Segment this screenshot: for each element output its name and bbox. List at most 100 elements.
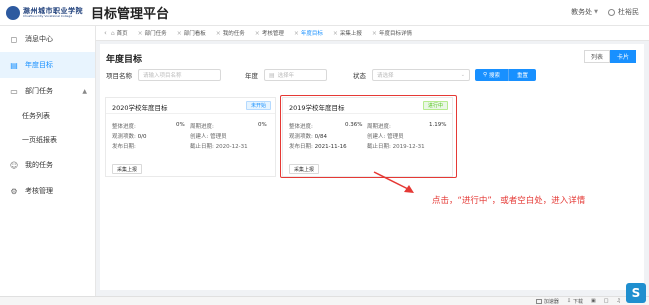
- close-icon[interactable]: ×: [177, 30, 182, 37]
- calendar-icon: ▤: [269, 71, 275, 79]
- bottom-taskbar: 加速器 ⇩ 下载 ▣ □ ♫: [0, 296, 649, 305]
- sidebar-item-label: 任务列表: [22, 112, 50, 120]
- user-name: 杜裕民: [618, 8, 639, 16]
- list-view-button[interactable]: 列表: [584, 50, 610, 63]
- publish-value: 2021-11-16: [314, 144, 347, 150]
- period-progress-value: 0%: [258, 122, 267, 128]
- gear-icon: ⚙: [10, 186, 18, 196]
- count-value: 0/84: [314, 134, 327, 140]
- collect-report-button[interactable]: 采集上报: [289, 164, 319, 174]
- tab-assessment[interactable]: × 考核管理: [255, 29, 284, 38]
- app-title: 目标管理平台: [91, 7, 170, 22]
- sidebar-item-label: 我的任务: [25, 161, 53, 169]
- count-value: 0/0: [137, 134, 147, 140]
- project-name-input[interactable]: 请输入项目名称: [138, 69, 221, 81]
- user-menu[interactable]: 杜裕民: [608, 7, 639, 17]
- college-seal-icon: [6, 5, 20, 20]
- reset-button[interactable]: 重置: [508, 69, 536, 81]
- publish-label: 发布日期:: [289, 144, 313, 150]
- close-icon[interactable]: ×: [294, 30, 299, 37]
- creator-label: 创建人:: [190, 134, 209, 140]
- overall-progress-label: 整体进度:: [112, 124, 136, 130]
- search-button-label: 搜索: [489, 73, 501, 79]
- overall-progress-label: 整体进度:: [289, 124, 313, 130]
- publish-date: 发布日期: 2021-11-16: [289, 142, 347, 150]
- overall-progress-value: 0.36%: [345, 122, 363, 128]
- search-button[interactable]: ⚲ 搜索: [475, 69, 508, 81]
- period-progress-value: 1.19%: [429, 122, 447, 128]
- app-tray-logo-icon[interactable]: S: [626, 283, 646, 303]
- sidebar-item-label: 消息中心: [25, 35, 53, 43]
- logo-chinese-name: 滁州城市职业学院: [23, 6, 83, 15]
- project-name-placeholder: 请输入项目名称: [143, 73, 182, 79]
- sidebar: ◻ 消息中心 ▤ 年度目标 ▭ 部门任务 ▲ 任务列表 一页纸报表 ☺ 我的任务…: [0, 26, 96, 296]
- chevron-up-icon: ▲: [82, 87, 87, 95]
- close-icon[interactable]: ×: [138, 30, 143, 37]
- tab-label: 年度目标详情: [378, 31, 412, 37]
- deadline-label: 截止日期:: [190, 144, 214, 150]
- close-icon[interactable]: ×: [216, 30, 221, 37]
- year-filter-label: 年度: [245, 72, 258, 80]
- count-label: 观测项数:: [289, 134, 313, 140]
- card-title: 2019学校年度目标: [289, 104, 345, 112]
- goal-card-2020[interactable]: 2020学校年度目标 未开始 整体进度: 0% 周期进度: 0% 观测项数: 0…: [105, 97, 276, 177]
- creator-label: 创建人:: [367, 134, 386, 140]
- close-icon[interactable]: ×: [255, 30, 260, 37]
- college-logo: 滁州城市职业学院 ChuZhou City Vocational College: [6, 5, 83, 20]
- close-icon[interactable]: ×: [372, 30, 377, 37]
- tab-annual-goals[interactable]: × 年度目标: [294, 29, 323, 38]
- creator-value: 管理员: [387, 134, 404, 140]
- overall-progress-value: 0%: [176, 122, 185, 128]
- status-select[interactable]: 请选择 ⌄: [372, 69, 470, 81]
- tab-collect-report[interactable]: × 采集上报: [333, 29, 362, 38]
- year-picker[interactable]: ▤ 选择年: [264, 69, 327, 81]
- sidebar-item-label: 考核管理: [25, 187, 53, 195]
- close-icon[interactable]: ×: [333, 30, 338, 37]
- calendar-icon: ▤: [10, 60, 18, 70]
- tab-home[interactable]: ⌂ 首页: [111, 29, 128, 38]
- folder-icon: ▭: [10, 86, 18, 96]
- publish-date: 发布日期:: [112, 142, 136, 150]
- sidebar-item-assessment[interactable]: ⚙ 考核管理: [0, 178, 95, 204]
- accelerator-label: 加速器: [543, 298, 559, 305]
- tab-label: 采集上报: [339, 31, 362, 37]
- top-header: 滁州城市职业学院 ChuZhou City Vocational College…: [0, 0, 649, 26]
- status-badge[interactable]: 进行中: [422, 101, 448, 110]
- download-label: 下载: [573, 298, 584, 305]
- status-badge[interactable]: 未开始: [245, 101, 271, 110]
- annotation-text: 点击，“进行中”，或者空白处，进入详情: [432, 196, 586, 206]
- tab-annual-goal-detail[interactable]: × 年度目标详情: [372, 29, 412, 38]
- card-title: 2020学校年度目标: [112, 104, 168, 112]
- volume-icon[interactable]: ♫: [617, 298, 621, 304]
- dept-dropdown[interactable]: 教务处 ▼: [571, 7, 598, 17]
- sidebar-item-annual-goals[interactable]: ▤ 年度目标: [0, 52, 95, 78]
- sidebar-item-label: 一页纸报表: [22, 136, 57, 144]
- deadline-value: 2020-12-31: [215, 144, 248, 150]
- download-icon: ⇩: [566, 298, 572, 304]
- card-view-button[interactable]: 卡片: [610, 50, 636, 63]
- tab-my-tasks[interactable]: × 我的任务: [216, 29, 245, 38]
- sidebar-subitem-one-page-report[interactable]: 一页纸报表: [0, 128, 95, 152]
- tray-icon-1[interactable]: ▣: [591, 298, 596, 304]
- tab-dept-board[interactable]: × 部门看板: [177, 29, 206, 38]
- app-window: 滁州城市职业学院 ChuZhou City Vocational College…: [0, 0, 649, 305]
- sidebar-item-my-tasks[interactable]: ☺ 我的任务: [0, 152, 95, 178]
- tab-dept-tasks[interactable]: × 部门任务: [138, 29, 167, 38]
- accelerator-item[interactable]: 加速器: [535, 298, 559, 305]
- bell-icon: ◻: [10, 34, 18, 44]
- tab-label: 考核管理: [261, 31, 284, 37]
- sidebar-item-dept-tasks[interactable]: ▭ 部门任务 ▲: [0, 78, 95, 104]
- goal-card-2019[interactable]: 2019学校年度目标 进行中 整体进度: 0.36% 周期进度: 1.19% 观…: [282, 97, 453, 177]
- creator: 创建人: 管理员: [367, 132, 404, 140]
- tray-icon-2[interactable]: □: [604, 298, 609, 304]
- sidebar-item-label: 部门任务: [25, 87, 53, 95]
- sidebar-item-messages[interactable]: ◻ 消息中心: [0, 26, 95, 52]
- collect-report-button[interactable]: 采集上报: [112, 164, 142, 174]
- user-icon: [608, 8, 615, 16]
- chevron-left-icon[interactable]: ‹: [104, 29, 107, 37]
- period-progress-label: 周期进度:: [367, 124, 391, 130]
- sidebar-subitem-task-list[interactable]: 任务列表: [0, 104, 95, 128]
- user-icon: ☺: [9, 160, 19, 170]
- download-item[interactable]: ⇩ 下载: [567, 298, 583, 305]
- search-icon: ⚲: [482, 72, 487, 78]
